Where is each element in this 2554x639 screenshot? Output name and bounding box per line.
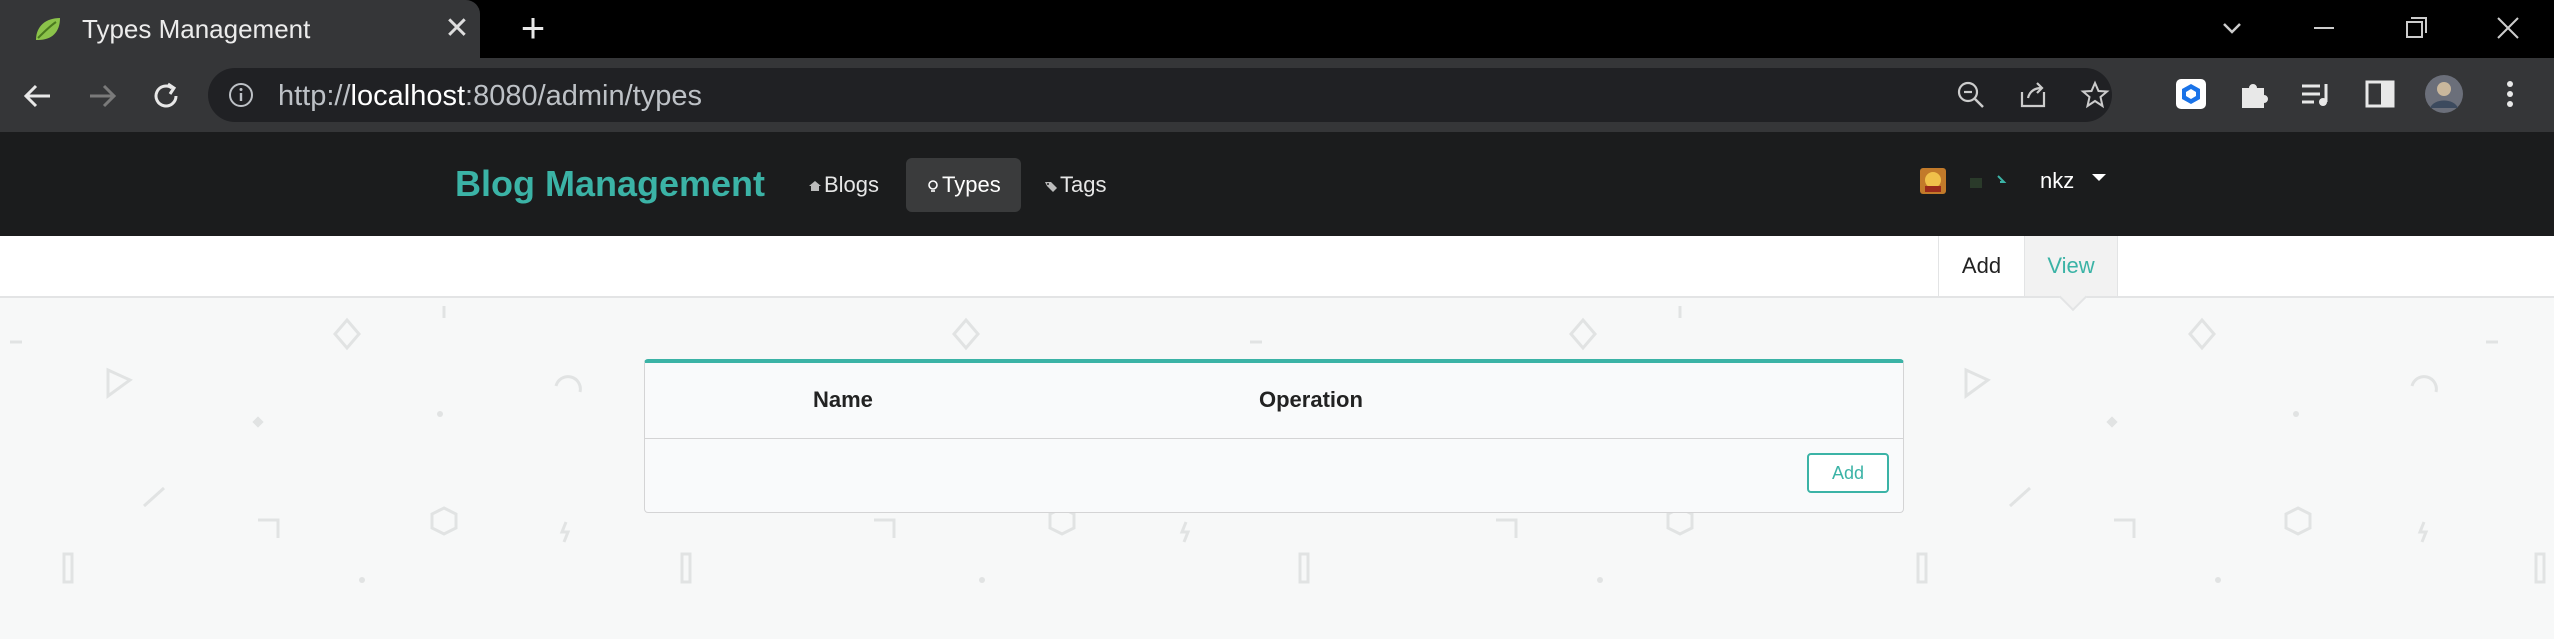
mascot-icon xyxy=(1970,175,2007,188)
reload-icon[interactable] xyxy=(144,74,188,118)
app-navbar: Blog Management Blogs Types Tags nkz xyxy=(0,132,2554,236)
column-header-name: Name xyxy=(813,387,873,412)
spring-leaf-icon xyxy=(36,18,60,40)
table-header: Name Operation xyxy=(645,363,1903,439)
submenu-view-label: View xyxy=(2047,253,2095,278)
lightbulb-icon xyxy=(928,180,938,192)
extension-icon[interactable] xyxy=(2171,74,2211,114)
nav-item-label: Types xyxy=(942,172,1001,197)
share-icon[interactable] xyxy=(2018,80,2048,110)
column-header-operation: Operation xyxy=(1259,387,1363,412)
add-type-button[interactable]: Add xyxy=(1807,453,1889,493)
profile-avatar-icon[interactable] xyxy=(2424,74,2464,114)
more-menu-icon[interactable] xyxy=(2490,74,2530,114)
url-scheme: http:// xyxy=(278,80,351,112)
brand-title[interactable]: Blog Management xyxy=(455,162,765,206)
puzzle-icon[interactable] xyxy=(2234,74,2274,114)
chevron-down-icon[interactable] xyxy=(2092,174,2106,181)
tab-title: Types Management xyxy=(82,14,311,44)
zoom-icon[interactable] xyxy=(1956,80,1986,110)
tab-close-icon[interactable]: ✕ xyxy=(438,10,476,48)
user-name: nkz xyxy=(2040,168,2075,193)
nav-item-tags[interactable]: Tags xyxy=(1024,158,1126,212)
nav-item-types[interactable]: Types xyxy=(906,158,1021,212)
restore-icon[interactable] xyxy=(2388,8,2444,48)
user-avatar xyxy=(1920,168,1946,194)
submenu-view[interactable]: View xyxy=(2024,236,2118,312)
submenu-add-label: Add xyxy=(1961,253,2002,278)
browser-toolbar: http://localhost:8080/admin/types xyxy=(0,58,2554,132)
url-host: localhost xyxy=(350,80,466,112)
types-table: Name Operation Add xyxy=(644,359,1904,513)
table-footer: Add xyxy=(645,439,1903,513)
close-window-icon[interactable] xyxy=(2480,8,2536,48)
side-panel-icon[interactable] xyxy=(2360,74,2400,114)
tags-icon xyxy=(1045,182,1057,193)
minimize-icon[interactable] xyxy=(2296,8,2352,48)
browser-tab-strip: Types Management ✕ + xyxy=(0,0,2554,58)
home-icon xyxy=(809,181,821,192)
site-info-icon[interactable] xyxy=(228,82,254,108)
forward-arrow-icon[interactable] xyxy=(80,74,124,118)
url-text[interactable]: http://localhost:8080/admin/types xyxy=(278,79,702,113)
reading-list-icon[interactable] xyxy=(2296,74,2336,114)
nav-item-blogs[interactable]: Blogs xyxy=(788,158,899,212)
nav-item-label: Blogs xyxy=(824,172,880,197)
tab-search-icon[interactable] xyxy=(2204,8,2260,48)
address-bar[interactable]: http://localhost:8080/admin/types xyxy=(208,68,2112,122)
bookmark-star-icon[interactable] xyxy=(2080,80,2110,110)
back-arrow-icon[interactable] xyxy=(16,74,60,118)
secondary-menu: Add View xyxy=(0,236,2554,312)
url-path: :8080/admin/types xyxy=(465,80,702,112)
nav-item-label: Tags xyxy=(1060,172,1107,197)
new-tab-button[interactable]: + xyxy=(512,7,554,50)
submenu-add[interactable]: Add xyxy=(1938,236,2024,296)
browser-tab[interactable]: Types Management ✕ xyxy=(0,0,480,58)
